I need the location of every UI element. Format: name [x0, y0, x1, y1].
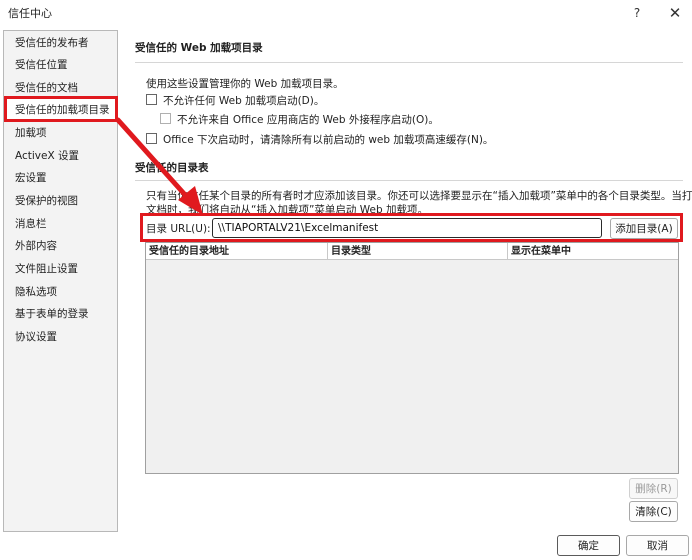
table-header: 受信任的目录地址 目录类型 显示在菜单中 [146, 243, 678, 260]
sidebar-item-protected-view[interactable]: 受保护的视图 [4, 190, 117, 212]
sidebar-item-activex[interactable]: ActiveX 设置 [4, 145, 117, 167]
highlight-box-url-row [140, 213, 683, 242]
catalog-description-line1: 只有当你信任某个目录的所有者时才应添加该目录。你还可以选择要显示在“插入加载项”… [146, 190, 692, 202]
sidebar-item-external-content[interactable]: 外部内容 [4, 235, 117, 257]
remove-button[interactable]: 删除(R) [629, 478, 678, 499]
ok-button[interactable]: 确定 [557, 535, 620, 556]
title-bar: 信任中心 ? ✕ [0, 0, 692, 26]
section-title-catalog-table: 受信任的目录表 [135, 162, 209, 174]
catalog-table: 受信任的目录地址 目录类型 显示在菜单中 [145, 242, 679, 474]
window-title: 信任中心 [8, 7, 52, 20]
clear-cache-checkbox[interactable] [146, 133, 157, 144]
highlight-box-sidebar [4, 96, 118, 122]
sidebar-item-macro-settings[interactable]: 宏设置 [4, 167, 117, 189]
sidebar-item-protocol[interactable]: 协议设置 [4, 326, 117, 348]
column-header-catalog-address[interactable]: 受信任的目录地址 [146, 243, 328, 260]
sidebar-item-form-login[interactable]: 基于表单的登录 [4, 303, 117, 325]
cancel-button[interactable]: 取消 [626, 535, 689, 556]
column-header-catalog-type[interactable]: 目录类型 [328, 243, 508, 260]
clear-cache-label: Office 下次启动时，请清除所有以前启动的 web 加载项高速缓存(N)。 [163, 134, 494, 146]
column-header-show-in-menu[interactable]: 显示在菜单中 [508, 243, 678, 260]
sidebar-item-message-bar[interactable]: 消息栏 [4, 213, 117, 235]
section-divider [135, 180, 683, 181]
sidebar-item-addins[interactable]: 加载项 [4, 122, 117, 144]
disallow-web-addins-checkbox[interactable] [146, 94, 157, 105]
section-title-web-addins: 受信任的 Web 加载项目录 [135, 42, 263, 54]
sidebar-item-file-block[interactable]: 文件阻止设置 [4, 258, 117, 280]
disallow-web-addins-label: 不允许任何 Web 加载项启动(D)。 [163, 95, 325, 107]
sidebar-item-trusted-publishers[interactable]: 受信任的发布者 [4, 32, 117, 54]
section-divider [135, 62, 683, 63]
close-icon[interactable]: ✕ [665, 3, 685, 23]
disallow-store-addins-label: 不允许来自 Office 应用商店的 Web 外接程序启动(O)。 [177, 114, 439, 126]
sidebar-item-privacy[interactable]: 隐私选项 [4, 281, 117, 303]
help-icon[interactable]: ? [627, 3, 647, 23]
disallow-store-addins-checkbox[interactable] [160, 113, 171, 124]
clear-button[interactable]: 清除(C) [629, 501, 678, 522]
sidebar-item-trusted-locations[interactable]: 受信任位置 [4, 54, 117, 76]
section-description: 使用这些设置管理你的 Web 加载项目录。 [146, 78, 344, 90]
